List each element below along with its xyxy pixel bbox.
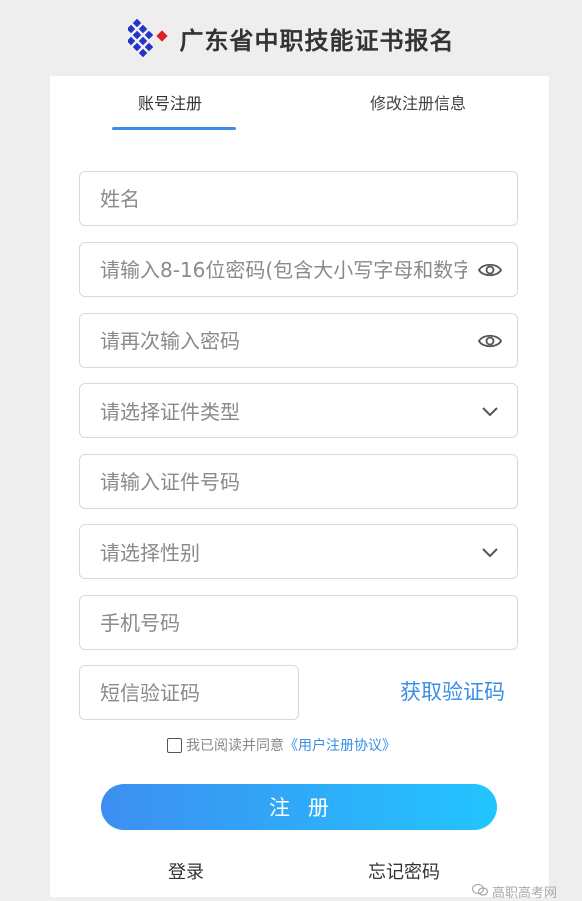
logo-icon — [127, 18, 168, 58]
wechat-icon — [471, 883, 489, 900]
site-title: 广东省中职技能证书报名 — [179, 26, 455, 55]
confirm-password-field — [79, 313, 518, 368]
get-code-button[interactable]: 获取验证码 — [400, 676, 505, 706]
name-field — [79, 171, 518, 226]
chevron-down-icon — [475, 537, 505, 567]
agreement-row: 我已阅读并同意 《用户注册协议》 — [167, 735, 396, 755]
eye-icon[interactable] — [475, 255, 505, 285]
name-input[interactable] — [80, 172, 517, 225]
register-button[interactable]: 注册 — [101, 784, 497, 830]
sms-code-input[interactable] — [80, 666, 298, 719]
id-type-placeholder: 请选择证件类型 — [100, 400, 240, 424]
confirm-password-input[interactable] — [80, 314, 517, 367]
sms-code-field — [79, 665, 299, 720]
register-card: 账号注册 修改注册信息 请选择证件类型 请选择性别 — [50, 76, 549, 897]
id-type-select[interactable]: 请选择证件类型 — [79, 383, 518, 438]
password-input[interactable] — [80, 243, 517, 296]
tab-bar: 账号注册 修改注册信息 — [50, 76, 549, 136]
agree-checkbox[interactable] — [167, 737, 182, 753]
eye-icon[interactable] — [475, 326, 505, 356]
agree-text: 我已阅读并同意 — [186, 738, 284, 754]
phone-field — [79, 595, 518, 650]
login-link[interactable]: 登录 — [168, 858, 204, 884]
tab-modify-info[interactable]: 修改注册信息 — [370, 90, 466, 114]
phone-input[interactable] — [80, 596, 517, 649]
tab-account-register[interactable]: 账号注册 — [138, 90, 202, 114]
active-tab-indicator — [112, 127, 236, 130]
password-field — [79, 242, 518, 297]
gender-select[interactable]: 请选择性别 — [79, 524, 518, 579]
forgot-password-link[interactable]: 忘记密码 — [368, 858, 440, 884]
watermark: 高职高考网 — [471, 882, 558, 901]
header: 广东省中职技能证书报名 — [0, 0, 582, 76]
id-number-input[interactable] — [80, 455, 517, 508]
watermark-text: 高职高考网 — [492, 886, 558, 901]
gender-placeholder: 请选择性别 — [100, 541, 200, 565]
id-number-field — [79, 454, 518, 509]
chevron-down-icon — [475, 396, 505, 426]
agreement-link[interactable]: 《用户注册协议》 — [284, 735, 396, 755]
